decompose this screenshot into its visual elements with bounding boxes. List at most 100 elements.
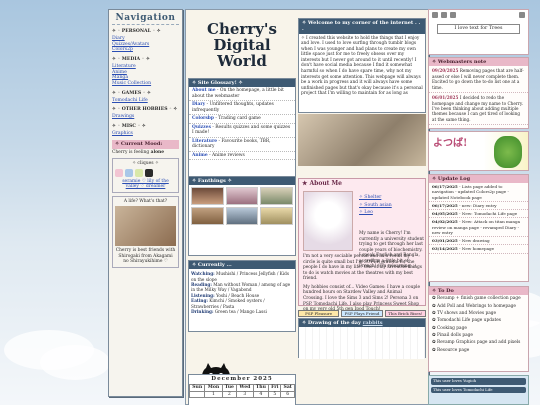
calendar-date	[188, 390, 206, 399]
sticker-icon[interactable]	[135, 168, 143, 177]
glossary-key[interactable]: Literature	[192, 139, 217, 144]
calendar-date: 6	[280, 390, 295, 399]
right-column: I love text for Trees ✧ Webmasters note …	[428, 9, 529, 405]
character-figure	[494, 136, 522, 168]
about-tag[interactable]: ✧ Shelter	[359, 195, 392, 201]
calendar-date: 3	[236, 390, 254, 399]
nav-link-graphics[interactable]: Graphics	[112, 131, 179, 137]
update-log-box: ✧ Update Log 06/17/2025 - Lists page add…	[428, 174, 529, 282]
glossary-key[interactable]: Anime	[192, 153, 208, 158]
currently-key: Reading:	[191, 282, 212, 287]
about-paragraph: I'm not a very sociable person and as a …	[303, 254, 422, 282]
update-text: - New: Tomodachi Life page	[457, 211, 518, 217]
about-tag[interactable]: ✧ Leo	[359, 210, 392, 216]
glossary-item: About me - On the homepage, a little bit…	[189, 87, 295, 102]
todo-text: Revamp + finish game collection page	[436, 296, 521, 302]
nav-link-drawings[interactable]: Drawings	[112, 114, 179, 120]
friends-image	[115, 206, 176, 247]
glossary-item: Quizzes - Results quizzes and some quizz…	[189, 124, 295, 138]
todo-text: Pinail dolls page	[436, 333, 473, 339]
fanthing-thumb[interactable]	[225, 187, 259, 206]
nav-section-personal: ✧ ◦ PERSONAL ◦ ✧ Diary Quizzes/Avatars C…	[112, 29, 179, 53]
nav-link-tomodachi[interactable]: Tomodachi Life	[112, 98, 179, 104]
nav-section-misc: ✧ ◦ MISC ◦ ✧ Graphics	[112, 124, 179, 136]
sticker-icon[interactable]	[125, 168, 133, 177]
todo-box: ✧ To Do ✿ Revamp + finish game collectio…	[428, 286, 529, 372]
site-button[interactable]: PSP Plays Friend	[341, 310, 383, 317]
site-button[interactable]: PSP Pleasure	[298, 310, 340, 317]
currently-key: Watching:	[191, 271, 215, 277]
note-date: 09/20/2025	[432, 68, 459, 74]
about-tags: ✧ Shelter ✧ South asian ✧ Leo	[359, 195, 392, 218]
about-tag[interactable]: ✧ South asian	[359, 203, 392, 209]
about-body: I'm not a very sociable person and as a …	[303, 254, 423, 313]
sticker-row	[115, 168, 176, 177]
calendar-header-row: Sun Mon Tue Wed Thu Fri Sat	[188, 383, 295, 392]
glossary-key[interactable]: Diary	[192, 102, 205, 107]
fanthing-thumb[interactable]	[191, 187, 224, 206]
currently-header: ✧ Currently ...	[189, 261, 295, 270]
fanthings-grid	[189, 185, 295, 227]
calendar-date: 4	[252, 390, 270, 399]
currently-value: Green tea / Mango Lassi	[213, 308, 267, 314]
calendar-day: Sun	[188, 383, 206, 392]
about-header: ★ About Me	[302, 180, 343, 187]
fanthing-thumb[interactable]	[191, 207, 224, 226]
update-date: 03/14/2025	[432, 246, 458, 252]
update-entry: 04/02/2025 - New: Attack on titan manga …	[429, 218, 528, 238]
calendar-table: Sun Mon Tue Wed Thu Fri Sat 1 2 3 4 5 6	[188, 383, 295, 399]
nav-section-head: ✧ ◦ MISC ◦ ✧	[112, 123, 146, 129]
glossary-key[interactable]: About me	[192, 88, 216, 93]
about-me-box: ★ About Me ✧ Shelter ✧ South asian ✧ Leo…	[298, 178, 426, 312]
todo-item: ✿ Revamp Graphics page and add pixels	[432, 340, 521, 346]
chat-message: This user loves Tomodachi Life	[431, 386, 526, 394]
currently-key: Drinking:	[191, 308, 214, 314]
fanthing-thumb[interactable]	[260, 187, 293, 206]
todo-text: Revamp Graphics page and add pixels	[436, 340, 521, 346]
calendar-caption: December 2025	[211, 376, 273, 382]
site-button[interactable]: This Brick Rises!	[384, 310, 426, 317]
update-entry: 06/17/2025 - Lists page added to navigat…	[429, 183, 528, 202]
todo-text: Cooking page	[436, 325, 467, 331]
drawing-of-day-box: ✧ Drawing of the day rabbits	[298, 318, 426, 360]
glossary-desc: - Unfiltered thoughts, updates infrequen…	[192, 102, 274, 113]
cliques-text[interactable]: seramie ♡ lily of the valley ♡ dreamer	[115, 179, 176, 190]
welcome-header: ✧ Welcome to my corner of the internet .…	[299, 19, 425, 34]
welcome-box: ✧ Welcome to my corner of the internet .…	[298, 18, 426, 113]
todo-text: Tomodachi Life page updates	[436, 318, 501, 324]
update-text: - New drawing	[457, 238, 490, 244]
life-note: A life? What's that? Cherry is best frie…	[112, 195, 179, 268]
calendar-day: Sat	[280, 383, 295, 392]
bookmark-icon[interactable]	[450, 12, 456, 18]
calendar-day: Tue	[221, 383, 238, 392]
update-text: - new: Diary entry	[457, 202, 497, 208]
nav-link-music[interactable]: Music Collection	[112, 81, 179, 87]
webmaster-note: 06/01/2025 I decided to redo the homepag…	[429, 93, 528, 126]
bell-icon[interactable]	[441, 12, 447, 18]
fanthing-thumb[interactable]	[225, 207, 259, 226]
icon-row	[429, 10, 528, 20]
menu-icon[interactable]	[519, 12, 525, 18]
nav-section-hobbies: ✧ ◦ OTHER HOBBIES ◦ ✧ Drawings	[112, 107, 179, 119]
currently-value: Yoshi / Beach House	[214, 292, 260, 298]
nav-link-colors2p[interactable]: Colors2p	[112, 47, 179, 53]
nav-title: Navigation	[112, 13, 179, 26]
mood-text: Cherry is feeling	[112, 149, 150, 155]
sticker-icon[interactable]	[145, 168, 153, 177]
drawing-link[interactable]: rabbits	[363, 320, 383, 326]
todo-item: ✿ Tomodachi Life page updates	[432, 318, 501, 324]
update-date: 06/17/2025	[432, 202, 458, 208]
glossary-key[interactable]: Colorsbp	[192, 116, 214, 121]
glossary-key[interactable]: Quizzes	[192, 125, 211, 130]
fanthing-thumb[interactable]	[260, 207, 293, 226]
navigation-sidebar: Navigation ✧ ◦ PERSONAL ◦ ✧ Diary Quizze…	[108, 9, 183, 397]
todo-text: TV shows and Movies page	[436, 310, 497, 316]
update-entry: 03/01/2025 - New drawing	[429, 237, 528, 246]
main-content: Cherry's Digital World ✧ Welcome to my c…	[185, 9, 429, 405]
currently-key: Eating:	[191, 298, 208, 304]
sticker-icon[interactable]	[115, 168, 123, 177]
currently-list: Watching: Mushishi / Princess Jellyfish …	[189, 269, 295, 316]
banner-text: よつば!	[433, 138, 468, 149]
update-date: 04/05/2025	[432, 211, 458, 217]
grid-icon[interactable]	[432, 12, 438, 18]
